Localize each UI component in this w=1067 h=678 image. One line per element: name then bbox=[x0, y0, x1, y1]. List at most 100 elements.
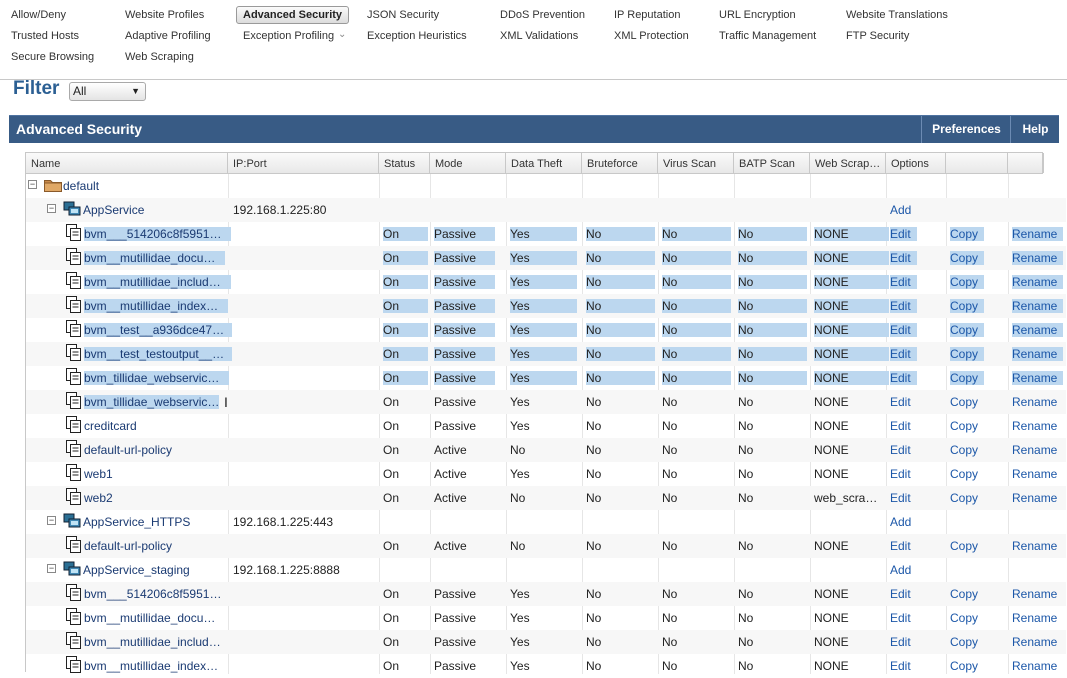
col-status-header[interactable]: Status bbox=[379, 153, 430, 173]
nav-xml-protection[interactable]: XML Protection bbox=[614, 29, 689, 43]
edit-link[interactable]: Edit bbox=[890, 366, 917, 390]
policy-name[interactable]: bvm___514206c8f5951… bbox=[84, 582, 232, 606]
rename-link[interactable]: Rename bbox=[1012, 318, 1064, 342]
policy-name[interactable]: bvm___514206c8f5951… bbox=[84, 222, 232, 246]
nav-website-translations[interactable]: Website Translations bbox=[846, 8, 948, 22]
nav-url-encryption[interactable]: URL Encryption bbox=[719, 8, 796, 22]
rename-link[interactable]: Rename bbox=[1012, 366, 1064, 390]
edit-link[interactable]: Edit bbox=[890, 414, 911, 438]
edit-link[interactable]: Edit bbox=[890, 390, 911, 414]
policy-name[interactable]: bvm_tillidae_webservic… bbox=[84, 390, 232, 414]
nav-xml-validations[interactable]: XML Validations bbox=[500, 29, 578, 43]
copy-link[interactable]: Copy bbox=[950, 222, 985, 246]
edit-link[interactable]: Edit bbox=[890, 438, 911, 462]
edit-link[interactable]: Edit bbox=[890, 630, 911, 654]
edit-link[interactable]: Edit bbox=[890, 222, 917, 246]
col-web-scraping-header[interactable]: Web Scrap… bbox=[810, 153, 886, 173]
edit-link[interactable]: Edit bbox=[890, 246, 917, 270]
rename-link[interactable]: Rename bbox=[1012, 270, 1064, 294]
nav-web-scraping[interactable]: Web Scraping bbox=[125, 50, 194, 64]
nav-exception-profiling[interactable]: Exception Profiling bbox=[243, 29, 334, 43]
preferences-button[interactable]: Preferences bbox=[921, 116, 1011, 143]
rename-link[interactable]: Rename bbox=[1012, 630, 1057, 654]
help-button[interactable]: Help bbox=[1010, 116, 1060, 143]
copy-link[interactable]: Copy bbox=[950, 582, 978, 606]
rename-link[interactable]: Rename bbox=[1012, 654, 1057, 678]
nav-exception-heuristics[interactable]: Exception Heuristics bbox=[367, 29, 467, 43]
rename-link[interactable]: Rename bbox=[1012, 342, 1064, 366]
copy-link[interactable]: Copy bbox=[950, 606, 978, 630]
copy-link[interactable]: Copy bbox=[950, 318, 985, 342]
copy-link[interactable]: Copy bbox=[950, 462, 978, 486]
col-batp-scan-header[interactable]: BATP Scan bbox=[734, 153, 810, 173]
col-data-theft-header[interactable]: Data Theft bbox=[506, 153, 582, 173]
rename-link[interactable]: Rename bbox=[1012, 390, 1057, 414]
col-name-header[interactable]: Name bbox=[26, 153, 228, 173]
edit-link[interactable]: Edit bbox=[890, 654, 911, 678]
collapse-toggle-icon[interactable]: − bbox=[47, 204, 56, 213]
copy-link[interactable]: Copy bbox=[950, 414, 978, 438]
nav-ddos-prevention[interactable]: DDoS Prevention bbox=[500, 8, 585, 22]
collapse-toggle-icon[interactable]: − bbox=[28, 180, 37, 189]
copy-link[interactable]: Copy bbox=[950, 366, 985, 390]
policy-name[interactable]: default-url-policy bbox=[84, 438, 232, 462]
collapse-toggle-icon[interactable]: − bbox=[47, 516, 56, 525]
copy-link[interactable]: Copy bbox=[950, 294, 985, 318]
add-link[interactable]: Add bbox=[890, 558, 911, 582]
rename-link[interactable]: Rename bbox=[1012, 438, 1057, 462]
edit-link[interactable]: Edit bbox=[890, 534, 911, 558]
nav-website-profiles[interactable]: Website Profiles bbox=[125, 8, 204, 22]
col-ip-port-header[interactable]: IP:Port bbox=[228, 153, 379, 173]
copy-link[interactable]: Copy bbox=[950, 654, 978, 678]
copy-link[interactable]: Copy bbox=[950, 246, 985, 270]
col-bruteforce-header[interactable]: Bruteforce bbox=[582, 153, 658, 173]
edit-link[interactable]: Edit bbox=[890, 606, 911, 630]
nav-traffic-management[interactable]: Traffic Management bbox=[719, 29, 816, 43]
copy-link[interactable]: Copy bbox=[950, 270, 985, 294]
policy-name[interactable]: web2 bbox=[84, 486, 232, 510]
edit-link[interactable]: Edit bbox=[890, 582, 911, 606]
copy-link[interactable]: Copy bbox=[950, 438, 978, 462]
edit-link[interactable]: Edit bbox=[890, 462, 911, 486]
policy-name[interactable]: bvm__mutillidae_index… bbox=[84, 294, 232, 318]
policy-name[interactable]: bvm__mutillidae_docu… bbox=[84, 246, 232, 270]
edit-link[interactable]: Edit bbox=[890, 342, 917, 366]
add-link[interactable]: Add bbox=[890, 510, 911, 534]
policy-name[interactable]: bvm_tillidae_webservic… bbox=[84, 366, 232, 390]
rename-link[interactable]: Rename bbox=[1012, 414, 1057, 438]
nav-advanced-security[interactable]: Advanced Security bbox=[236, 6, 350, 24]
edit-link[interactable]: Edit bbox=[890, 270, 917, 294]
edit-link[interactable]: Edit bbox=[890, 294, 917, 318]
copy-link[interactable]: Copy bbox=[950, 486, 978, 510]
service-name[interactable]: AppService_HTTPS bbox=[83, 510, 190, 534]
collapse-toggle-icon[interactable]: − bbox=[47, 564, 56, 573]
rename-link[interactable]: Rename bbox=[1012, 462, 1057, 486]
copy-link[interactable]: Copy bbox=[950, 390, 978, 414]
policy-name[interactable]: bvm__mutillidae_docu… bbox=[84, 606, 232, 630]
nav-secure-browsing[interactable]: Secure Browsing bbox=[11, 50, 94, 64]
rename-link[interactable]: Rename bbox=[1012, 534, 1057, 558]
policy-name[interactable]: bvm__test_testoutput__… bbox=[84, 342, 232, 366]
rename-link[interactable]: Rename bbox=[1012, 582, 1057, 606]
nav-json-security[interactable]: JSON Security bbox=[367, 8, 439, 22]
service-name[interactable]: AppService bbox=[83, 198, 144, 222]
policy-name[interactable]: default-url-policy bbox=[84, 534, 232, 558]
policy-name[interactable]: web1 bbox=[84, 462, 232, 486]
copy-link[interactable]: Copy bbox=[950, 342, 985, 366]
policy-name[interactable]: bvm__mutillidae_index… bbox=[84, 654, 232, 678]
col-extra-1-header[interactable] bbox=[946, 153, 1008, 173]
copy-link[interactable]: Copy bbox=[950, 630, 978, 654]
nav-trusted-hosts[interactable]: Trusted Hosts bbox=[11, 29, 79, 43]
copy-link[interactable]: Copy bbox=[950, 534, 978, 558]
policy-name[interactable]: bvm__mutillidae_includ… bbox=[84, 270, 232, 294]
col-virus-scan-header[interactable]: Virus Scan bbox=[658, 153, 734, 173]
col-extra-2-header[interactable] bbox=[1008, 153, 1044, 173]
nav-adaptive-profiling[interactable]: Adaptive Profiling bbox=[125, 29, 211, 43]
rename-link[interactable]: Rename bbox=[1012, 246, 1064, 270]
rename-link[interactable]: Rename bbox=[1012, 222, 1064, 246]
add-link[interactable]: Add bbox=[890, 198, 911, 222]
nav-allow-deny[interactable]: Allow/Deny bbox=[11, 8, 66, 22]
tree-node-label[interactable]: default bbox=[63, 174, 99, 198]
rename-link[interactable]: Rename bbox=[1012, 486, 1057, 510]
col-mode-header[interactable]: Mode bbox=[430, 153, 506, 173]
